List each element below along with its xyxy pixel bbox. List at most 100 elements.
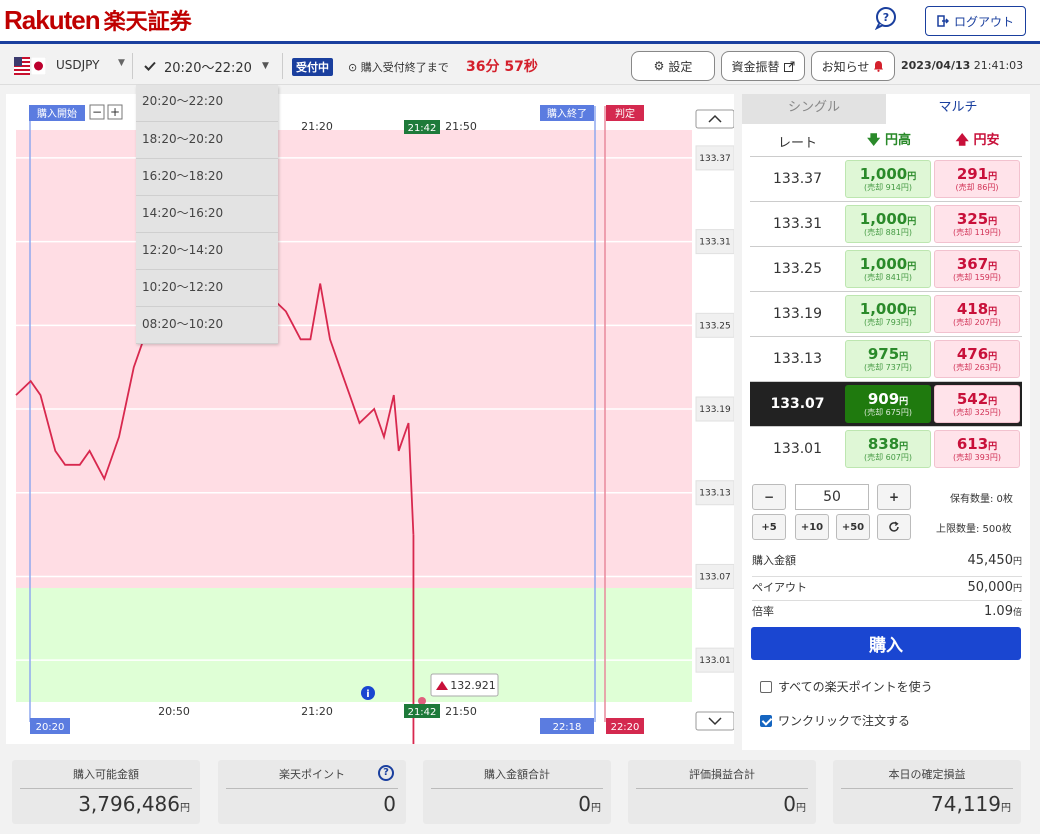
summary-label: 評価損益合計 (636, 766, 808, 789)
checkbox-checked[interactable] (760, 714, 772, 727)
down-price-button[interactable]: 367円 (売却 159円) (934, 250, 1020, 288)
up-price-button[interactable]: 1,000円 (売却 793円) (845, 295, 931, 333)
summary-value: 74,119 (931, 792, 1001, 816)
period-select[interactable]: 20:20～22:20 ▼ (136, 49, 278, 83)
down-price-button[interactable]: 613円 (売却 393円) (934, 430, 1020, 468)
strike-rate: 133.31 (773, 216, 822, 232)
one-click-checkbox[interactable]: ワンクリックで注文する (760, 712, 910, 729)
bell-icon (874, 61, 884, 72)
tab-multi[interactable]: マルチ (886, 94, 1030, 124)
col-down-label: 円安 (973, 133, 1000, 148)
holding-qty: 保有数量: 0枚 (950, 494, 1013, 505)
summary-card: 購入金額合計 0円 (423, 760, 611, 824)
bottom-time-label: 20:50 (158, 705, 190, 718)
up-price-button[interactable]: 1,000円 (売却 881円) (845, 205, 931, 243)
y-tick-label: 133.01 (699, 656, 731, 666)
tab-single[interactable]: シングル (742, 94, 886, 124)
bottom-time-label: 21:50 (445, 705, 477, 718)
check-icon (144, 61, 156, 71)
price-chart: 購入開始 − + 購入終了 判定 21:20 21:42 21:50 133.3… (15, 104, 735, 775)
logout-button[interactable]: ログアウト (925, 6, 1026, 36)
up-price-button[interactable]: 909円 (売却 675円) (845, 385, 931, 423)
fund-transfer-button[interactable]: 資金振替 (721, 51, 805, 81)
period-option[interactable]: 12:20～14:20 (136, 233, 278, 270)
scroll-up-button[interactable] (695, 109, 735, 129)
minus-icon: − (92, 105, 102, 119)
period-option[interactable]: 16:20～18:20 (136, 159, 278, 196)
refresh-icon (889, 521, 899, 532)
summary-label: 楽天ポイント (226, 766, 398, 789)
qty-plus50-button[interactable]: +50 (836, 514, 870, 540)
qty-plus5-button[interactable]: +5 (752, 514, 786, 540)
down-price-button[interactable]: 325円 (売却 119円) (934, 205, 1020, 243)
summary-card: 楽天ポイント ? 0 (218, 760, 406, 824)
up-sell-price: (売却 607円) (863, 453, 913, 463)
trade-panel: シングル マルチ レート 🡇 円高 🡅 円安 133.37 1,000円 (売却 9… (742, 94, 1030, 750)
yen-unit: 円 (988, 306, 998, 317)
up-sell-price: (売却 914円) (863, 183, 913, 193)
start-label: 購入開始 (37, 107, 77, 120)
strike-rate: 133.19 (773, 306, 822, 322)
up-price-button[interactable]: 1,000円 (売却 914円) (845, 160, 931, 198)
summary-unit: 円 (796, 803, 806, 814)
period-option[interactable]: 14:20～16:20 (136, 196, 278, 233)
quantity-input[interactable]: 50 (795, 484, 869, 510)
checkbox-unchecked[interactable] (760, 680, 772, 693)
down-price: 291 (956, 164, 989, 183)
period-value: 20:20～22:20 (164, 60, 252, 76)
down-price-button[interactable]: 476円 (売却 263円) (934, 340, 1020, 378)
up-price-button[interactable]: 1,000円 (売却 841円) (845, 250, 931, 288)
period-option[interactable]: 18:20～20:20 (136, 122, 278, 159)
currency-pair[interactable]: USDJPY (56, 58, 99, 72)
col-up: 🡇 円高 (845, 129, 933, 153)
down-sell-price: (売却 325円) (952, 408, 1002, 418)
multiplier-unit: 倍 (1012, 608, 1022, 618)
down-price-button[interactable]: 418円 (売却 207円) (934, 295, 1020, 333)
down-price-button[interactable]: 291円 (売却 86円) (934, 160, 1020, 198)
use-points-checkbox[interactable]: すべての楽天ポイントを使う (760, 678, 933, 695)
divider (132, 53, 133, 79)
purchase-amount-row: 購入金額 45,450円 (752, 552, 1022, 568)
period-dropdown: 20:20～22:20 18:20～20:20 16:20～18:20 14:2… (136, 85, 278, 344)
yen-unit: 円 (907, 216, 917, 227)
summary-value: 0 (783, 792, 796, 816)
scroll-down-button[interactable] (695, 711, 735, 731)
yen-unit: 円 (988, 396, 998, 407)
down-sell-price: (売却 119円) (952, 228, 1002, 238)
qty-plus10-button[interactable]: +10 (795, 514, 829, 540)
summary-card: 評価損益合計 0円 (628, 760, 816, 824)
logout-label: ログアウト (953, 14, 1014, 29)
rate-row: 133.19 1,000円 (売却 793円) 418円 (売却 207円) (750, 291, 1022, 336)
external-link-icon (783, 61, 794, 72)
rate-row: 133.01 838円 (売却 607円) 613円 (売却 393円) (750, 426, 1022, 471)
y-tick-label: 133.37 (699, 154, 731, 164)
period-option[interactable]: 08:20～10:20 (136, 307, 278, 344)
arrow-up-icon: 🡅 (955, 133, 969, 148)
up-price-button[interactable]: 838円 (売却 607円) (845, 430, 931, 468)
up-price: 1,000 (859, 209, 908, 228)
bottom-end-time: 22:18 (553, 722, 582, 733)
current-price-marker (418, 697, 426, 705)
qty-minus-button[interactable]: − (752, 484, 786, 510)
help-chat-icon[interactable]: ? (874, 6, 900, 31)
period-option[interactable]: 10:20～12:20 (136, 270, 278, 307)
settings-label: 設定 (668, 59, 693, 74)
qty-plus-button[interactable]: + (877, 484, 911, 510)
judge-label: 判定 (615, 107, 635, 120)
help-icon[interactable]: ? (378, 765, 394, 781)
pair-caret-icon[interactable]: ▼ (118, 58, 125, 68)
yen-unit: 円 (907, 306, 917, 317)
strike-rate: 133.25 (773, 261, 822, 277)
col-up-label: 円高 (884, 133, 911, 148)
payout-label: ペイアウト (752, 581, 807, 594)
status-badge: 受付中 (292, 58, 333, 76)
notice-button[interactable]: お知らせ (811, 51, 895, 81)
up-price-button[interactable]: 975円 (売却 737円) (845, 340, 931, 378)
yen-unit: 円 (899, 441, 909, 452)
time-text: 21:41:03 (973, 59, 1024, 72)
qty-reset-button[interactable] (877, 514, 911, 540)
period-option[interactable]: 20:20～22:20 (136, 85, 278, 122)
down-price-button[interactable]: 542円 (売却 325円) (934, 385, 1020, 423)
buy-button[interactable]: 購入 (751, 627, 1021, 660)
settings-button[interactable]: ⚙ 設定 (631, 51, 715, 81)
